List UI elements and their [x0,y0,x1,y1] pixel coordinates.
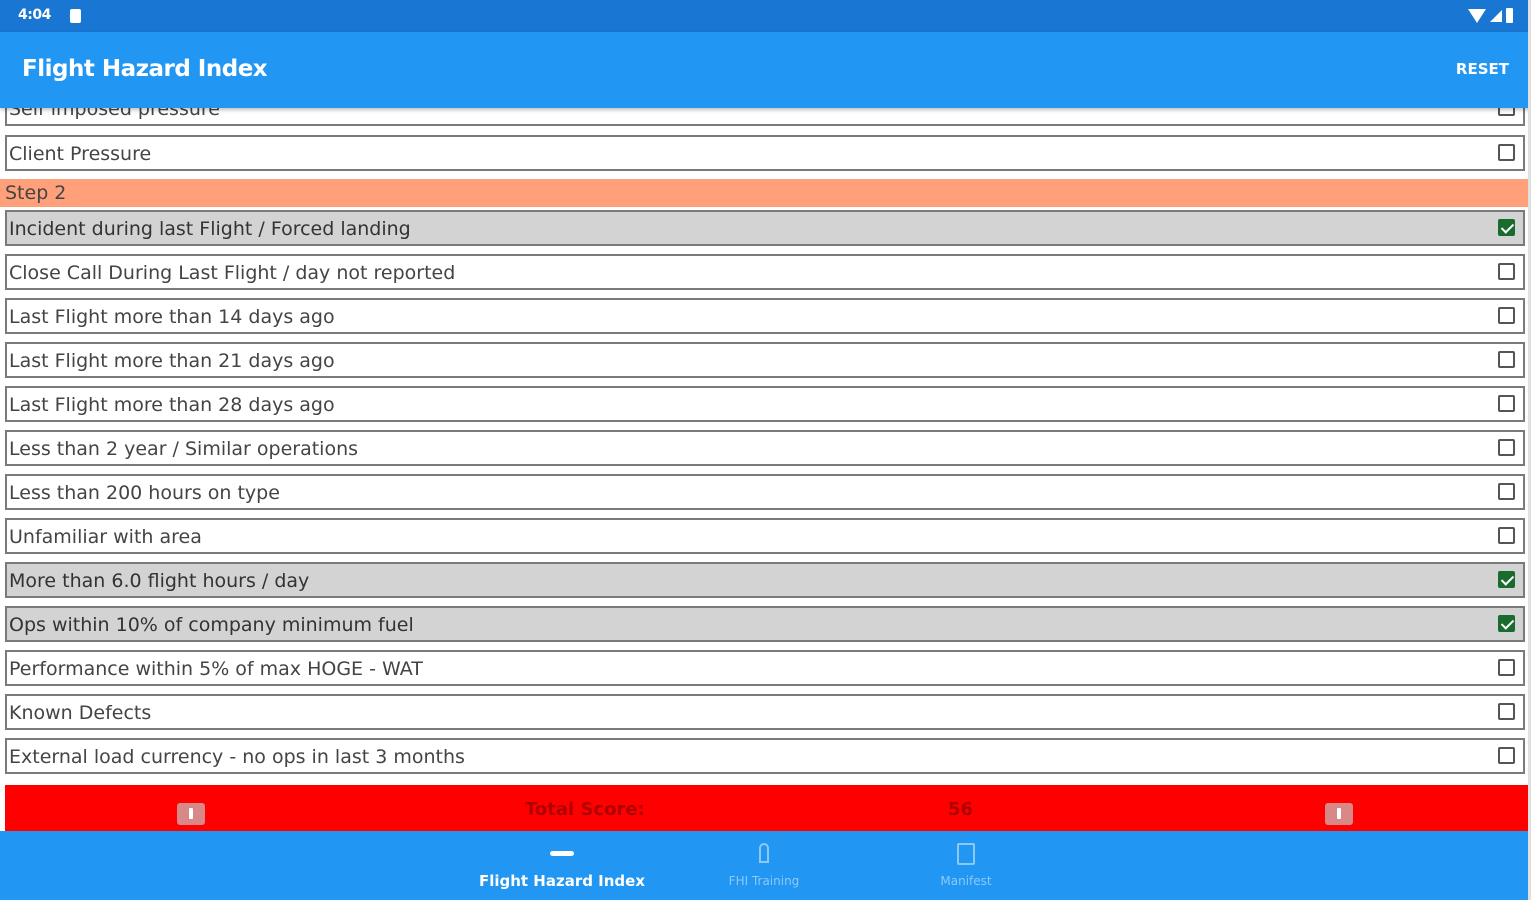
checklist-item[interactable]: External load currency - no ops in last … [5,738,1525,774]
checkbox[interactable] [1498,483,1515,500]
checkbox[interactable] [1498,263,1515,280]
checklist-item-label: Unfamiliar with area [9,526,202,548]
tab-flight-hazard-index[interactable]: Flight Hazard Index [472,831,652,900]
checkbox[interactable] [1498,219,1515,236]
checklist-item-label: Known Defects [9,702,152,724]
checklist-item-client-pressure[interactable]: Client Pressure [5,135,1525,171]
app-bar: Flight Hazard Index RESET [0,32,1531,108]
reset-button[interactable]: RESET [1456,60,1509,78]
checklist-item[interactable]: Unfamiliar with area [5,518,1525,554]
bottom-navigation: Flight Hazard Index FHI Training Manifes… [0,831,1531,900]
checkbox[interactable] [1498,351,1515,368]
checklist-item[interactable]: More than 6.0 flight hours / day [5,562,1525,598]
helicopter-icon [550,851,574,856]
tab-manifest[interactable]: Manifest [876,831,1056,900]
checkbox[interactable] [1498,703,1515,720]
status-icons [1468,8,1513,23]
checklist-item[interactable]: Known Defects [5,694,1525,730]
checklist-item-label: Last Flight more than 28 days ago [9,394,335,416]
checkbox[interactable] [1498,615,1515,632]
total-score-bar: Total Score: 56 [5,785,1528,831]
checkbox[interactable] [1498,307,1515,324]
step-2-header: Step 2 [0,179,1531,207]
info-icon[interactable] [177,803,205,825]
signal-icon [1490,9,1502,22]
checklist-item[interactable]: Incident during last Flight / Forced lan… [5,210,1525,246]
checklist-item[interactable]: Last Flight more than 28 days ago [5,386,1525,422]
checkbox[interactable] [1498,747,1515,764]
checkbox[interactable] [1498,439,1515,456]
checklist-item[interactable]: Last Flight more than 21 days ago [5,342,1525,378]
app-title: Flight Hazard Index [22,56,268,82]
checklist-item-label: Incident during last Flight / Forced lan… [9,218,411,240]
checklist-item-label: External load currency - no ops in last … [9,746,465,768]
checklist-item-label: Client Pressure [9,143,152,165]
checkbox[interactable] [1498,527,1515,544]
checklist-item[interactable]: Less than 2 year / Similar operations [5,430,1525,466]
checklist-item-label: Last Flight more than 14 days ago [9,306,335,328]
checklist-item-label: Performance within 5% of max HOGE - WAT [9,658,423,680]
checklist-item[interactable]: Performance within 5% of max HOGE - WAT [5,650,1525,686]
checklist-item-label: Last Flight more than 21 days ago [9,350,335,372]
tab-label: FHI Training [728,874,800,888]
checklist-item-label: More than 6.0 flight hours / day [9,570,310,592]
hazard-checklist[interactable]: Self imposed pressure Client Pressure St… [0,108,1531,785]
total-score-label: Total Score: [525,799,645,820]
checkbox[interactable] [1498,571,1515,588]
check-icon [1500,572,1515,586]
tab-label: Manifest [940,874,992,888]
checklist-item-label: Less than 2 year / Similar operations [9,438,359,460]
wifi-icon [1468,8,1486,23]
checkbox[interactable] [1498,144,1515,161]
status-time: 4:04 [18,7,51,23]
check-icon [1500,616,1515,630]
step-label: Step 2 [5,182,67,204]
checkbox[interactable] [1498,659,1515,676]
checklist-item-label: Ops within 10% of company minimum fuel [9,614,414,636]
status-bar: 4:04 [0,0,1531,32]
checklist-item-label: Close Call During Last Flight / day not … [9,262,456,284]
total-score-value: 56 [948,799,974,820]
person-icon [759,843,769,863]
tab-label: Flight Hazard Index [478,872,646,890]
checklist-item[interactable]: Ops within 10% of company minimum fuel [5,606,1525,642]
checklist-item[interactable]: Less than 200 hours on type [5,474,1525,510]
checklist-item-self-imposed-pressure[interactable]: Self imposed pressure [5,108,1525,126]
checkbox[interactable] [1498,395,1515,412]
checklist-item[interactable]: Last Flight more than 14 days ago [5,298,1525,334]
battery-icon [1506,8,1513,23]
sim-card-icon [70,9,81,23]
info-icon[interactable] [1325,803,1353,825]
checklist-item-label: Less than 200 hours on type [9,482,280,504]
check-icon [1500,220,1515,234]
document-icon [957,843,975,865]
checkbox[interactable] [1498,108,1515,116]
checklist-item[interactable]: Close Call During Last Flight / day not … [5,254,1525,290]
checklist-item-label: Self imposed pressure [9,108,220,120]
tab-fhi-training[interactable]: FHI Training [674,831,854,900]
